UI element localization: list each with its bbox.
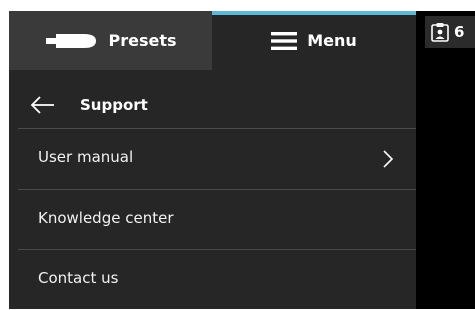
badge-count: 6 [454, 23, 465, 41]
tab-presets-label: Presets [108, 31, 177, 50]
chevron-right-icon [383, 150, 394, 168]
app-window: Presets Menu Support User manual Knowled… [0, 0, 475, 309]
tab-bar: Presets Menu [9, 11, 416, 70]
clipboard-user-icon [431, 23, 449, 42]
probe-icon [44, 30, 98, 52]
hamburger-icon [271, 31, 298, 51]
menu-item-label: Contact us [38, 269, 119, 287]
side-panel: Presets Menu Support User manual Knowled… [9, 11, 416, 309]
tab-menu-label: Menu [307, 31, 357, 50]
active-tab-indicator [212, 11, 416, 15]
arrow-left-icon [30, 96, 54, 114]
main-viewport [416, 11, 475, 309]
page-title: Support [80, 96, 148, 114]
tab-menu[interactable]: Menu [212, 11, 416, 70]
menu-item-knowledge-center[interactable]: Knowledge center [9, 190, 416, 250]
menu-item-user-manual[interactable]: User manual [9, 129, 416, 189]
menu-item-label: User manual [38, 148, 134, 166]
menu-item-contact-us[interactable]: Contact us [9, 250, 416, 310]
clipboard-badge[interactable]: 6 [425, 16, 475, 48]
menu-item-label: Knowledge center [38, 209, 174, 227]
tab-presets[interactable]: Presets [9, 11, 212, 70]
